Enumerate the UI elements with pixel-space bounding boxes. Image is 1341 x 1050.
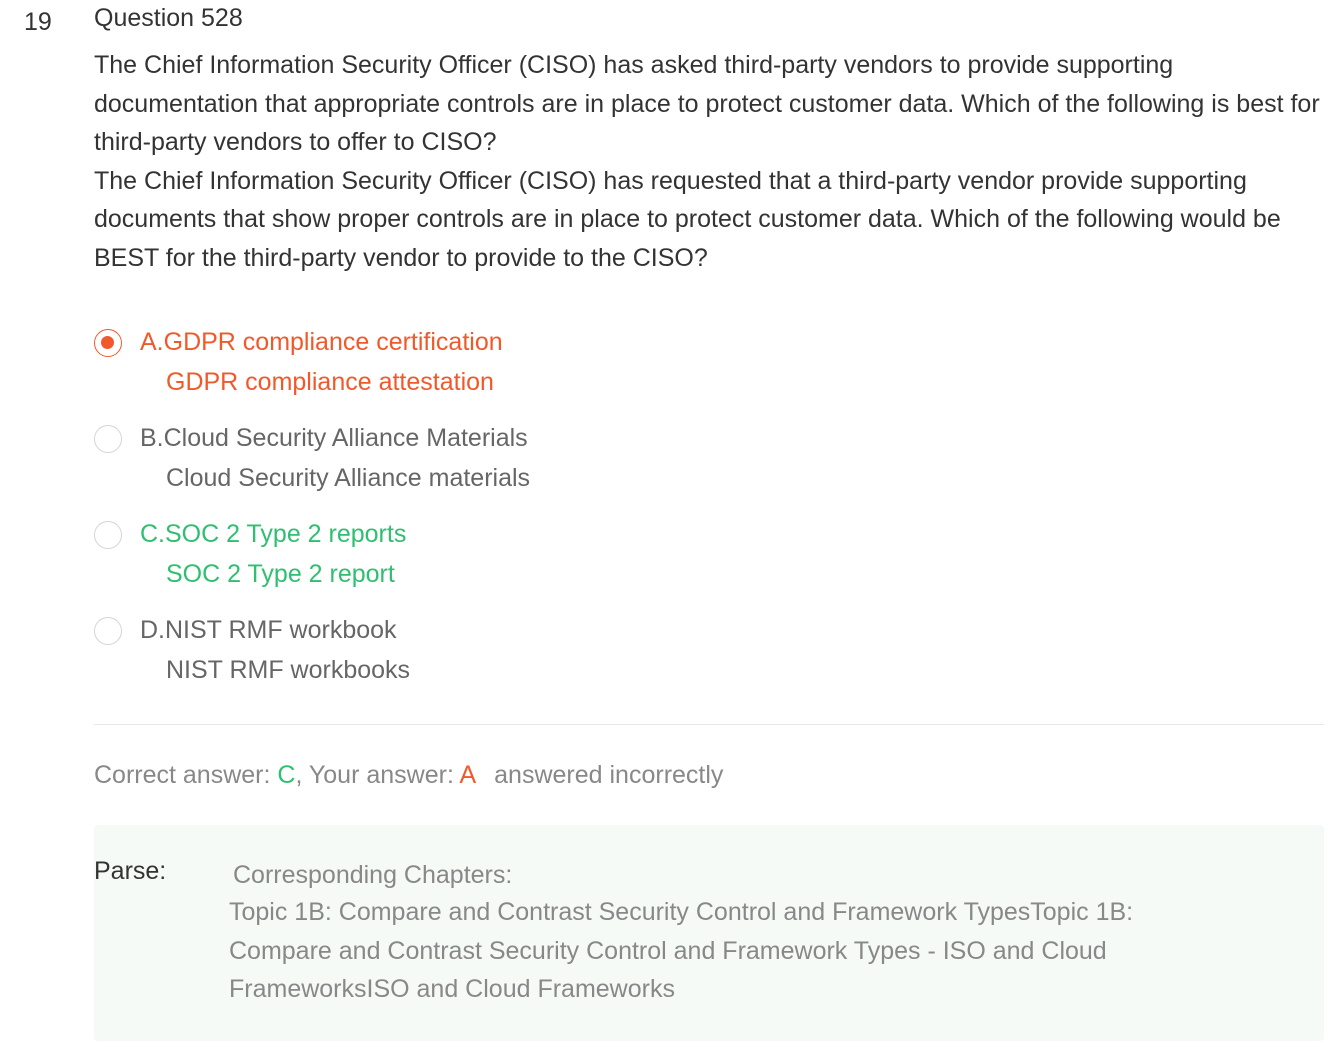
question-title: Question 528 xyxy=(94,4,243,32)
correct-answer-label: Correct answer: xyxy=(94,761,278,789)
option-c-label: C.SOC 2 Type 2 reports xyxy=(140,520,407,548)
chapters-text: Topic 1B: Compare and Contrast Security … xyxy=(229,898,1134,1003)
question-stem-revised: The Chief Information Security Officer (… xyxy=(94,166,1281,272)
option-d[interactable]: D.NIST RMF workbook NIST RMF workbooks xyxy=(94,610,1326,690)
answer-options: A.GDPR compliance certification GDPR com… xyxy=(94,322,1326,690)
question-card: Question 528 The Chief Information Secur… xyxy=(94,0,1326,1041)
your-answer-label: , Your answer: xyxy=(295,761,460,789)
radio-selected-icon[interactable] xyxy=(94,329,122,357)
question-stem-original: The Chief Information Security Officer (… xyxy=(94,51,1320,156)
option-c-alt-label: SOC 2 Type 2 report xyxy=(166,560,395,588)
option-b-label: B.Cloud Security Alliance Materials xyxy=(140,424,528,452)
answer-result: Correct answer: C, Your answer: Aanswere… xyxy=(94,757,1326,793)
your-answer-value: A xyxy=(459,761,477,789)
radio-empty-icon[interactable] xyxy=(94,425,122,453)
question-number: 19 xyxy=(24,8,52,36)
result-status: answered incorrectly xyxy=(494,761,724,789)
option-d-alt-label: NIST RMF workbooks xyxy=(166,656,411,684)
radio-empty-icon[interactable] xyxy=(94,617,122,645)
radio-empty-icon[interactable] xyxy=(94,521,122,549)
option-b-alt-label: Cloud Security Alliance materials xyxy=(166,464,531,492)
option-a-label: A.GDPR compliance certification xyxy=(140,328,503,356)
question-stem: The Chief Information Security Officer (… xyxy=(94,46,1326,277)
parse-label: Parse: xyxy=(94,857,167,885)
option-c[interactable]: C.SOC 2 Type 2 reports SOC 2 Type 2 repo… xyxy=(94,514,1326,594)
option-a-alt-label: GDPR compliance attestation xyxy=(166,368,494,396)
parse-panel: Parse: Corresponding Chapters: Topic 1B:… xyxy=(94,825,1324,1041)
divider xyxy=(94,724,1324,725)
option-a[interactable]: A.GDPR compliance certification GDPR com… xyxy=(94,322,1326,402)
parse-body: Corresponding Chapters: Topic 1B: Compar… xyxy=(229,857,1229,1009)
option-b[interactable]: B.Cloud Security Alliance Materials Clou… xyxy=(94,418,1326,498)
correct-answer-value: C xyxy=(277,761,296,789)
option-d-label: D.NIST RMF workbook xyxy=(140,616,397,644)
chapters-heading: Corresponding Chapters: xyxy=(233,861,513,889)
